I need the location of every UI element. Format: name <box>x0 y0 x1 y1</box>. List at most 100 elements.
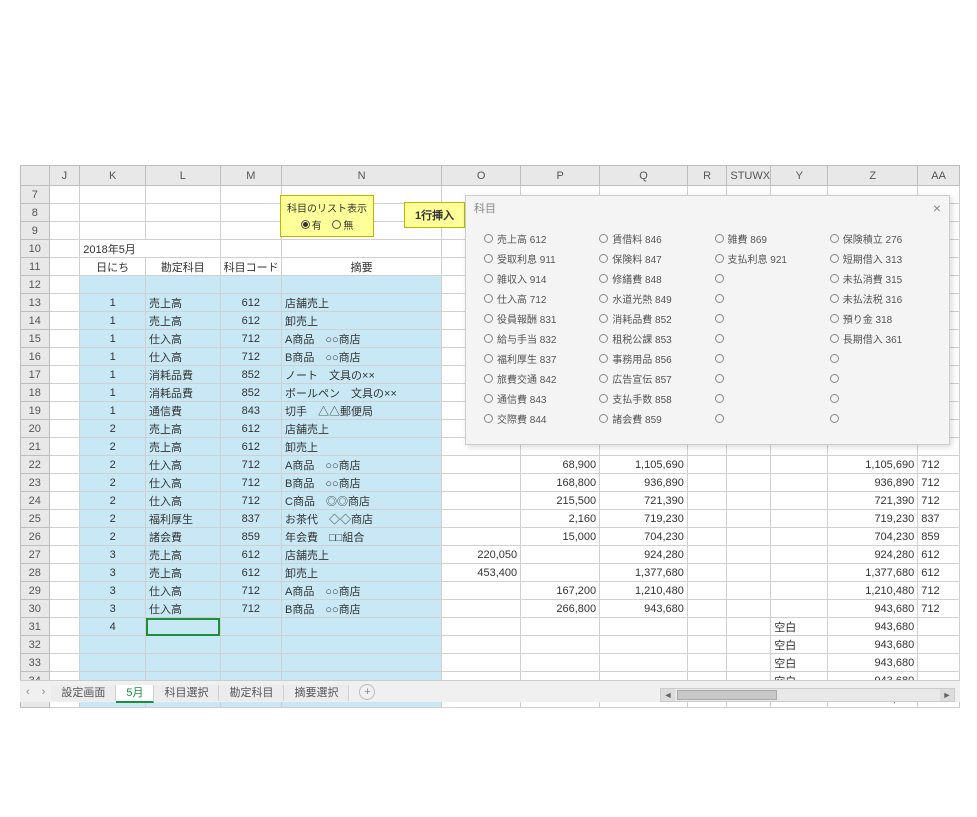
cell[interactable] <box>727 654 771 672</box>
cell-date[interactable]: 2 <box>80 492 146 510</box>
cell[interactable] <box>49 654 80 672</box>
cell[interactable] <box>600 654 688 672</box>
cell[interactable] <box>49 420 80 438</box>
cell-o[interactable] <box>442 492 521 510</box>
cell[interactable] <box>687 564 726 582</box>
kamoku-option[interactable]: 長期借入 361 <box>830 330 937 346</box>
cell-account[interactable]: 消耗品費 <box>146 366 221 384</box>
cell[interactable] <box>521 618 600 636</box>
cell-z[interactable]: 943,680 <box>828 654 918 672</box>
cell[interactable] <box>80 204 146 222</box>
horizontal-scrollbar[interactable]: ◄ ► <box>660 688 955 702</box>
row-header[interactable]: 22 <box>21 456 50 474</box>
cell[interactable] <box>442 618 521 636</box>
cell-q[interactable]: 721,390 <box>600 492 688 510</box>
cell[interactable] <box>49 222 80 240</box>
kamoku-option[interactable]: 水道光熱 849 <box>599 290 706 306</box>
kamoku-option[interactable]: 租税公課 853 <box>599 330 706 346</box>
kamoku-option[interactable]: 福利厚生 837 <box>484 350 591 366</box>
cell[interactable] <box>600 636 688 654</box>
cell-desc[interactable]: A商品 ○○商店 <box>282 456 442 474</box>
cell[interactable] <box>687 474 726 492</box>
cell[interactable] <box>49 384 80 402</box>
cell[interactable] <box>727 546 771 564</box>
kamoku-option[interactable]: 受取利息 911 <box>484 250 591 266</box>
row-header[interactable]: 14 <box>21 312 50 330</box>
cell-date[interactable]: 2 <box>80 456 146 474</box>
kamoku-option[interactable]: 事務用品 856 <box>599 350 706 366</box>
cell-code[interactable]: 612 <box>220 564 281 582</box>
radio-on[interactable]: 有 <box>301 217 322 232</box>
cell-z[interactable]: 943,680 <box>828 600 918 618</box>
cell[interactable] <box>687 618 726 636</box>
cell[interactable] <box>80 186 146 204</box>
kamoku-option[interactable]: 広告宣伝 857 <box>599 370 706 386</box>
cell-desc[interactable]: 切手 △△郵便局 <box>282 402 442 420</box>
cell-account[interactable]: 消耗品費 <box>146 384 221 402</box>
row-header[interactable]: 9 <box>21 222 50 240</box>
cell[interactable] <box>49 636 80 654</box>
column-header[interactable]: K <box>80 166 146 186</box>
cell-code[interactable]: 712 <box>220 348 281 366</box>
cell-aa[interactable]: 837 <box>918 510 960 528</box>
cell-o[interactable] <box>442 600 521 618</box>
cell-q[interactable]: 924,280 <box>600 546 688 564</box>
cell[interactable] <box>49 294 80 312</box>
kamoku-option[interactable]: 修繕費 848 <box>599 270 706 286</box>
cell[interactable] <box>220 222 281 240</box>
cell-desc[interactable] <box>282 618 442 636</box>
sheet-tab[interactable]: 5月 <box>116 685 154 703</box>
cell-date[interactable]: 2 <box>80 528 146 546</box>
cell[interactable] <box>49 402 80 420</box>
cell-account[interactable] <box>146 618 221 636</box>
cell-date[interactable]: 1 <box>80 294 146 312</box>
cell-account[interactable]: 仕入高 <box>146 600 221 618</box>
cell-date[interactable]: 1 <box>80 312 146 330</box>
cell-q[interactable]: 943,680 <box>600 600 688 618</box>
cell[interactable] <box>442 636 521 654</box>
cell-account[interactable]: 売上高 <box>146 564 221 582</box>
cell-y[interactable]: 空白 <box>771 654 828 672</box>
row-header[interactable]: 18 <box>21 384 50 402</box>
column-header[interactable]: AA <box>918 166 960 186</box>
cell-z[interactable]: 1,377,680 <box>828 564 918 582</box>
cell[interactable] <box>49 276 80 294</box>
cell-code[interactable]: 712 <box>220 474 281 492</box>
cell[interactable] <box>687 654 726 672</box>
cell[interactable] <box>771 492 828 510</box>
kamoku-option[interactable]: 旅費交通 842 <box>484 370 591 386</box>
cell-aa[interactable]: 612 <box>918 564 960 582</box>
cell-desc[interactable]: 店舗売上 <box>282 294 442 312</box>
cell-account[interactable]: 仕入高 <box>146 492 221 510</box>
cell-o[interactable]: 220,050 <box>442 546 521 564</box>
column-header[interactable]: L <box>146 166 221 186</box>
cell-date[interactable]: 2 <box>80 510 146 528</box>
cell-account[interactable] <box>146 654 221 672</box>
cell-desc[interactable]: 卸売上 <box>282 564 442 582</box>
cell-o[interactable] <box>442 582 521 600</box>
cell-date[interactable]: 1 <box>80 402 146 420</box>
column-header[interactable]: N <box>282 166 442 186</box>
row-header[interactable]: 21 <box>21 438 50 456</box>
cell-p[interactable]: 215,500 <box>521 492 600 510</box>
cell-date[interactable]: 2 <box>80 420 146 438</box>
row-header[interactable]: 17 <box>21 366 50 384</box>
cell[interactable] <box>49 366 80 384</box>
cell-code[interactable]: 852 <box>220 384 281 402</box>
cell[interactable] <box>49 438 80 456</box>
cell-account[interactable]: 仕入高 <box>146 456 221 474</box>
cell[interactable] <box>687 546 726 564</box>
cell[interactable] <box>146 186 221 204</box>
cell-z[interactable]: 943,680 <box>828 636 918 654</box>
cell-desc[interactable] <box>282 636 442 654</box>
cell-p[interactable]: 168,800 <box>521 474 600 492</box>
cell[interactable] <box>600 618 688 636</box>
cell-date[interactable] <box>80 654 146 672</box>
cell[interactable] <box>771 474 828 492</box>
scroll-right-icon[interactable]: ► <box>940 689 954 701</box>
cell-account[interactable]: 福利厚生 <box>146 510 221 528</box>
cell[interactable] <box>80 222 146 240</box>
cell-code[interactable] <box>220 654 281 672</box>
cell[interactable] <box>771 528 828 546</box>
cell-desc[interactable]: B商品 ○○商店 <box>282 474 442 492</box>
